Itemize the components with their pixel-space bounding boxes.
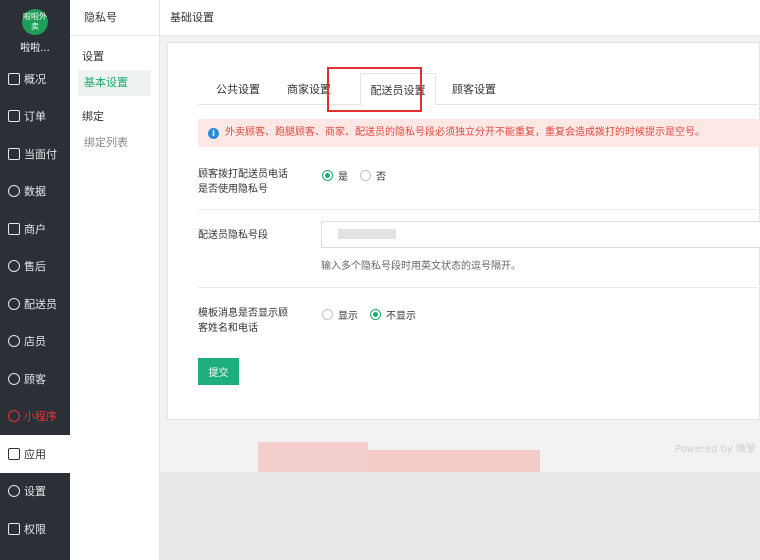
subbar-title: 隐私号	[70, 0, 159, 36]
nav-label: 订单	[24, 110, 46, 124]
segment-label: 配送员隐私号段	[198, 230, 268, 241]
notice-alert: i 外卖顾客、跑腿顾客、商家、配送员的隐私号段必须独立分开不能重复，重复会造成拨打…	[198, 119, 760, 147]
radio-label: 显示	[338, 311, 358, 322]
apps-icon	[8, 447, 20, 460]
subbar-link-basic-settings[interactable]: 基本设置	[78, 70, 151, 96]
segment-help-text: 输入多个隐私号段时用英文状态的逗号隔开。	[321, 261, 521, 272]
nav-label: 应用	[24, 447, 46, 461]
redacted-value	[338, 229, 396, 239]
nav-label: 小程序	[24, 410, 57, 424]
tab-merchant-settings[interactable]: 商家设置	[278, 73, 340, 105]
template-message-radio-group: 显示 不显示	[322, 307, 428, 322]
brand-name: 啦啦...	[20, 43, 50, 54]
lock-icon	[8, 522, 20, 535]
app-logo[interactable]: 啦啦外卖	[22, 9, 48, 35]
template-message-label: 模板消息是否显示顾 客姓名和电话	[198, 306, 308, 336]
nav-label: 设置	[24, 485, 46, 499]
radio-label: 是	[338, 172, 348, 183]
label-line: 模板消息是否显示顾	[198, 308, 288, 319]
nav-item-mini-program[interactable]: 小程序	[0, 398, 70, 436]
nav-item-aftersale[interactable]: 售后	[0, 248, 70, 286]
mini-program-icon	[8, 410, 20, 423]
radio-no[interactable]: 否	[360, 168, 386, 183]
label-line: 客姓名和电话	[198, 323, 258, 334]
radio-dot[interactable]	[370, 309, 381, 320]
info-icon: i	[208, 128, 219, 139]
use-privacy-label: 顾客拨打配送员电话 是否使用隐私号	[198, 167, 308, 197]
subbar-group-bind: 绑定	[82, 110, 104, 123]
label-line: 是否使用隐私号	[198, 184, 268, 195]
empty-area	[160, 472, 760, 560]
radio-yes[interactable]: 是	[322, 168, 348, 183]
nav-item-settings[interactable]: 设置	[0, 473, 70, 511]
data-icon	[8, 185, 20, 198]
aftersale-icon	[8, 260, 20, 273]
radio-dot[interactable]	[360, 170, 371, 181]
use-privacy-radio-group: 是 否	[322, 168, 398, 183]
powered-by-text: Powered by 微擎	[674, 444, 756, 455]
nav-label: 售后	[24, 260, 46, 274]
nav-label: 商户	[24, 222, 46, 236]
secondary-sidebar: 隐私号 设置 基本设置 绑定 绑定列表	[70, 0, 160, 560]
nav-label: 配送员	[24, 297, 57, 311]
tab-customer-settings[interactable]: 顾客设置	[444, 73, 504, 105]
subbar-group-settings: 设置	[82, 50, 104, 63]
radio-dot[interactable]	[322, 309, 333, 320]
clerk-icon	[8, 335, 20, 348]
nav-label: 店员	[24, 335, 46, 349]
label-line: 顾客拨打配送员电话	[198, 169, 288, 180]
nav-item-orders[interactable]: 订单	[0, 98, 70, 136]
deliverer-icon	[8, 297, 20, 310]
customer-icon	[8, 372, 20, 385]
redacted-footer-text	[258, 442, 368, 476]
tab-public-settings[interactable]: 公共设置	[208, 73, 268, 105]
nav-item-store[interactable]: 商户	[0, 210, 70, 248]
nav-label: 顾客	[24, 372, 46, 386]
page-header: 基础设置	[160, 0, 760, 36]
radio-dot[interactable]	[322, 170, 333, 181]
settings-icon	[8, 485, 20, 498]
nav-label: 当面付	[24, 147, 57, 161]
nav-item-customer[interactable]: 顾客	[0, 360, 70, 398]
order-icon	[8, 110, 20, 123]
divider	[198, 209, 760, 210]
radio-label: 否	[376, 172, 386, 183]
nav-item-overview[interactable]: 概况	[0, 60, 70, 98]
radio-show[interactable]: 显示	[322, 307, 358, 322]
nav-label: 数据	[24, 185, 46, 199]
notice-text: 外卖顾客、跑腿顾客、商家、配送员的隐私号段必须独立分开不能重复，重复会造成拨打的…	[225, 127, 705, 138]
overview-icon	[8, 72, 20, 85]
submit-button[interactable]: 提交	[198, 358, 239, 385]
radio-label: 不显示	[386, 311, 416, 322]
tab-deliverer-settings[interactable]: 配送员设置	[360, 73, 436, 106]
nav-item-permissions[interactable]: 权限	[0, 510, 70, 548]
settings-panel: 公共设置 商家设置 配送员设置 顾客设置 i 外卖顾客、跑腿顾客、商家、配送员的隐…	[167, 42, 760, 420]
page-title: 基础设置	[170, 11, 214, 24]
store-icon	[8, 222, 20, 235]
nav-item-apps[interactable]: 应用	[0, 435, 70, 473]
radio-hide[interactable]: 不显示	[370, 307, 416, 322]
nav-label: 权限	[24, 522, 46, 536]
divider	[198, 287, 760, 288]
nav-item-data[interactable]: 数据	[0, 173, 70, 211]
subbar-link-bind-list[interactable]: 绑定列表	[78, 130, 151, 156]
nav-label: 概况	[24, 72, 46, 86]
nav-item-clerk[interactable]: 店员	[0, 323, 70, 361]
nav-item-deliverer[interactable]: 配送员	[0, 285, 70, 323]
main-sidebar: 啦啦外卖 啦啦... 概况 订单 当面付 数据 商户 售后 配送员 店员 顾客 …	[0, 0, 70, 560]
nav-item-face-pay[interactable]: 当面付	[0, 135, 70, 173]
pay-icon	[8, 147, 20, 160]
tab-bar: 公共设置 商家设置 配送员设置 顾客设置	[198, 73, 758, 106]
